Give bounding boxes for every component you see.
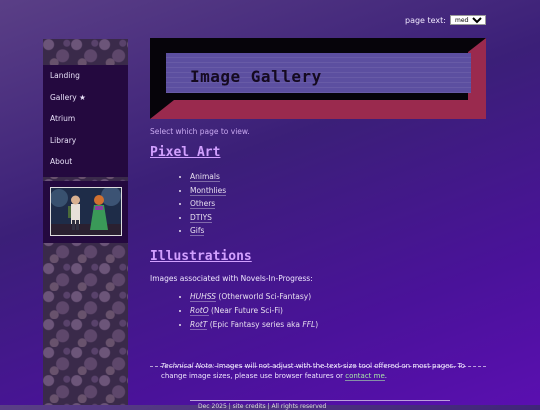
main-content: Image Gallery Select which page to view.…	[150, 38, 486, 410]
novel-desc-prefix: (Epic Fantasy series aka	[209, 320, 300, 329]
technical-note-end: .	[384, 371, 388, 380]
novel-link-huhss[interactable]: HUHSS	[190, 292, 217, 302]
character-illustration	[51, 188, 121, 235]
novel-link-rott[interactable]: RotT	[190, 320, 208, 330]
sidebar-nav: Landing Gallery ★ Atrium Library About	[43, 65, 128, 177]
pixel-art-link-gifs[interactable]: Gifs	[190, 226, 205, 237]
illustrations-heading[interactable]: Illustrations	[150, 249, 252, 264]
novel-desc-em: FFL	[302, 320, 316, 329]
pixel-art-heading[interactable]: Pixel Art	[150, 145, 220, 160]
list-item: RotO (Near Future Sci-Fi)	[190, 304, 318, 318]
page-text-control: page text: medium	[405, 15, 486, 25]
illustrations-intro: Images associated with Novels-In-Progres…	[150, 274, 313, 283]
novel-desc-suffix: )	[315, 320, 319, 329]
contact-link[interactable]: contact me	[345, 371, 385, 381]
novel-link-roto[interactable]: RotO	[190, 306, 209, 316]
page-title: Image Gallery	[190, 67, 322, 86]
list-item: Gifs	[190, 224, 226, 238]
nav-item-library[interactable]: Library	[43, 130, 128, 152]
pixel-art-list: Animals Monthlies Others DTIYS Gifs	[174, 170, 227, 238]
gallery-banner: Image Gallery	[150, 38, 486, 119]
list-item: Monthlies	[190, 184, 227, 198]
pixel-art-link-others[interactable]: Others	[190, 199, 216, 210]
list-item: DTIYS	[190, 211, 226, 225]
pixel-art-link-dtiys[interactable]: DTIYS	[190, 212, 212, 223]
page-text-label: page text:	[404, 15, 446, 25]
nav-item-atrium[interactable]: Atrium	[43, 108, 128, 130]
nav-item-about[interactable]: About	[43, 151, 128, 173]
character-thumbnail[interactable]	[50, 187, 122, 236]
pixel-art-link-animals[interactable]: Animals	[190, 172, 220, 182]
technical-note-label: Technical Note:	[161, 362, 215, 370]
nav-item-landing[interactable]: Landing	[43, 65, 128, 87]
technical-note: Technical Note: Images will not adjust w…	[161, 362, 476, 381]
footer-text: Dec 2025 | site credits | All rights res…	[198, 403, 327, 410]
list-item: RotT (Epic Fantasy series aka FFL)	[190, 318, 318, 332]
list-item: Others	[190, 197, 226, 211]
pixel-art-link-monthlies[interactable]: Monthlies	[190, 185, 227, 196]
list-item: HUHSS (Otherworld Sci-Fantasy)	[190, 290, 318, 304]
illustrations-list: HUHSS (Otherworld Sci-Fantasy) RotO (Nea…	[174, 290, 318, 332]
page-text-select[interactable]: medium	[450, 15, 486, 25]
list-item: Animals	[190, 170, 226, 184]
footer-rule	[190, 400, 450, 401]
sidebar-thumbnail-box	[43, 181, 128, 243]
nav-item-gallery[interactable]: Gallery ★	[43, 87, 128, 109]
novel-desc: (Near Future Sci-Fi)	[211, 306, 283, 315]
gallery-intro: Select which page to view.	[150, 127, 250, 136]
novel-desc: (Otherworld Sci-Fantasy)	[218, 292, 312, 301]
